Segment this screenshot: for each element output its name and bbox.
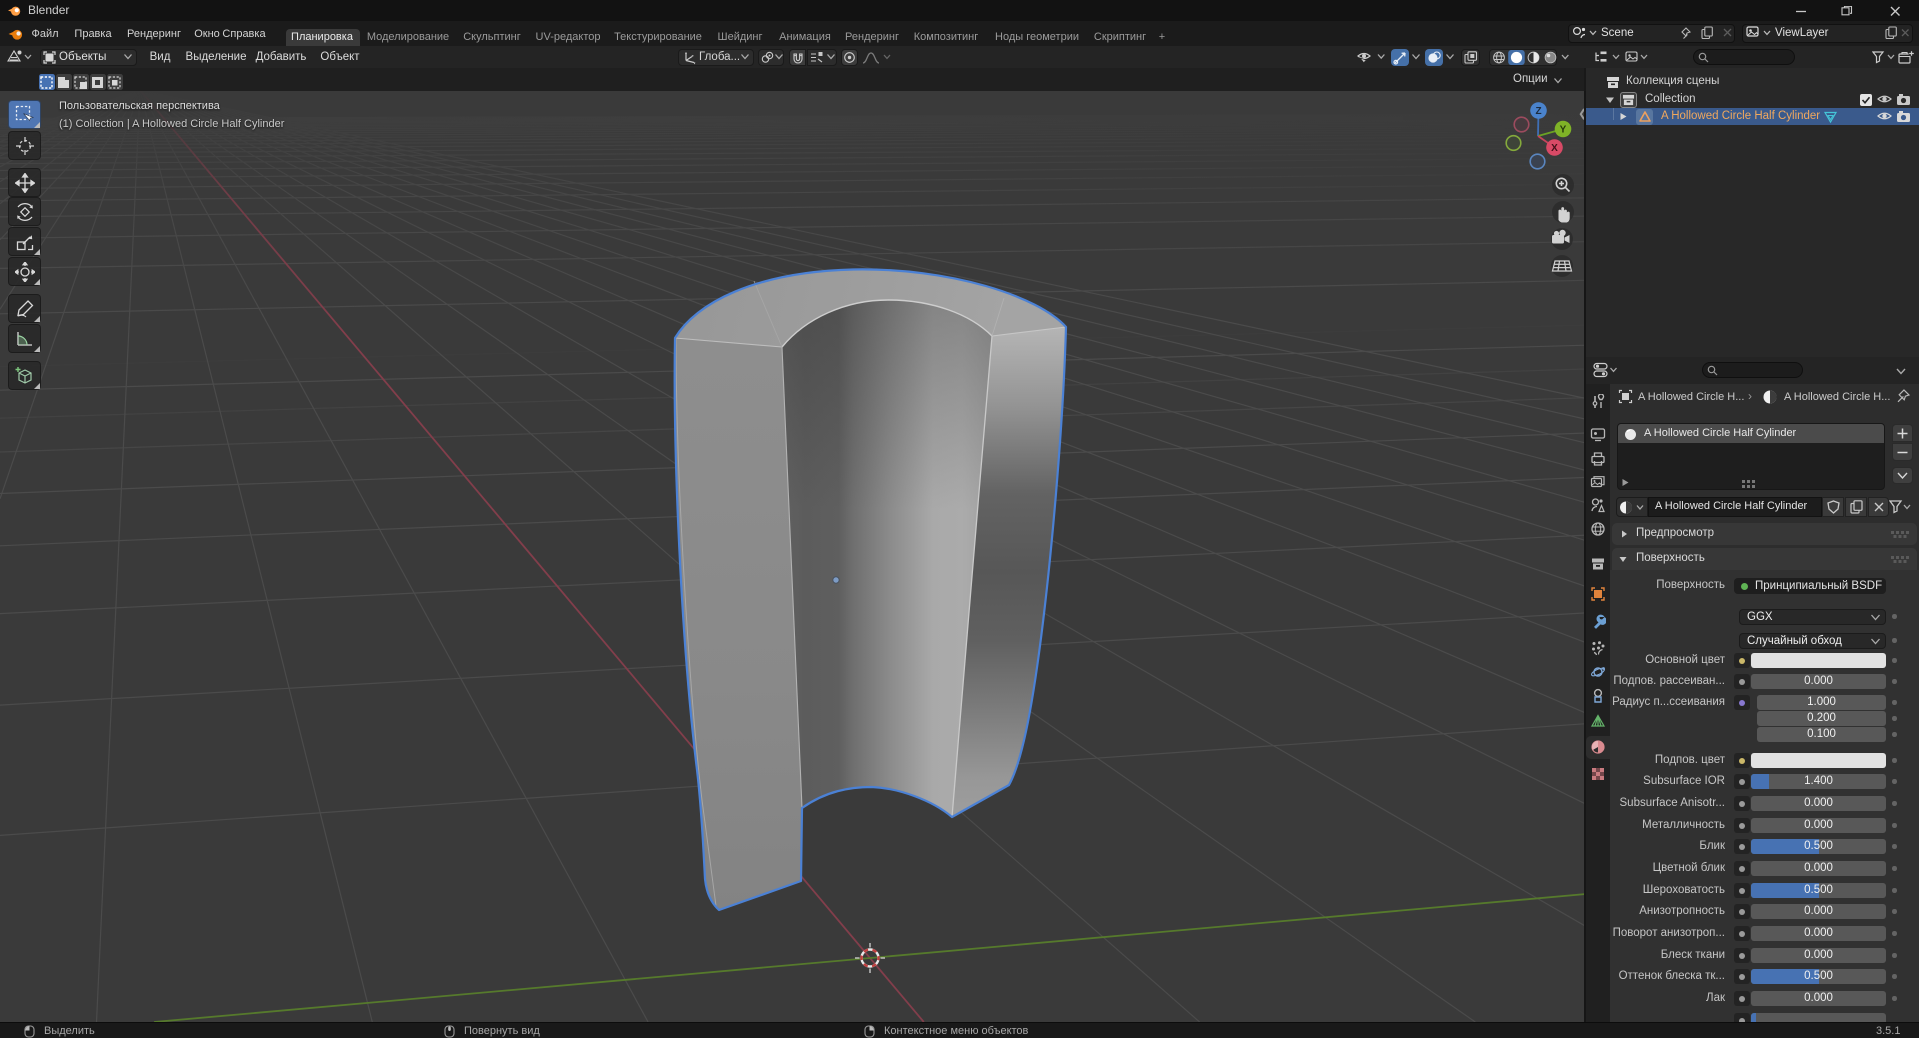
svg-text:X: X [1551, 143, 1558, 154]
svg-text:Y: Y [1560, 124, 1567, 135]
svg-text:Z: Z [1535, 106, 1541, 117]
